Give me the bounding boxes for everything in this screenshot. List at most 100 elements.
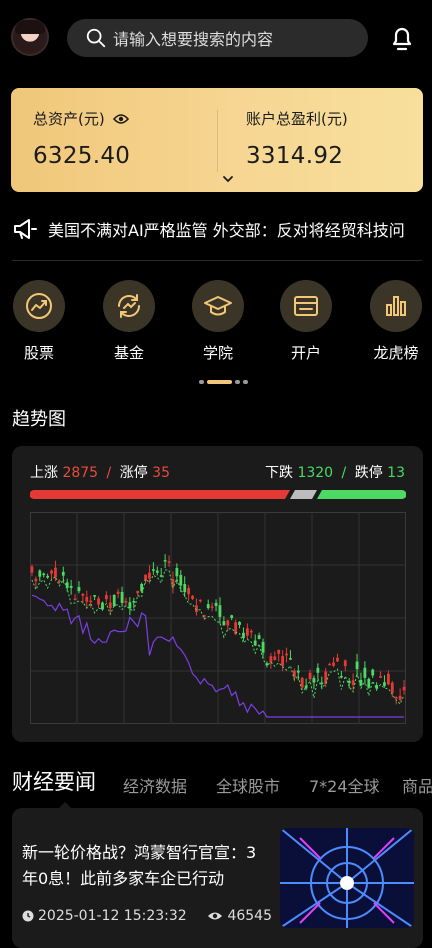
candle-body [289,658,292,660]
candle-body [394,697,398,699]
tab-global-stocks[interactable]: 全球股市 [216,773,280,797]
quick-menu: 股票 基金 学院 开户 龙虎榜 [0,280,432,370]
divider [12,260,422,261]
candle-body [277,649,281,654]
candle-body [77,587,81,592]
trend-card[interactable]: 上涨 2875 / 涨停 35 下跌 1320 / 跌停 13 [12,446,423,742]
clock-icon [22,910,34,922]
candle-body [120,592,124,603]
candle-body [104,595,108,600]
menu-item-stocks[interactable]: 股票 [4,280,74,363]
news-card[interactable]: 新一轮价格战？鸿蒙智行官宣：3年0息！此前多家车企已行动 2025-01-12 … [12,808,423,948]
candle-body [308,672,312,680]
megaphone-icon [14,219,37,239]
pager-dots [199,380,248,384]
account-card-icon [294,296,318,316]
news-datetime: 2025-01-12 15:23:32 [38,908,187,924]
candle-body [398,695,402,700]
candle-body [281,656,285,666]
candle-body [198,599,202,602]
candle-body [363,667,367,678]
menu-item-funds[interactable]: 基金 [94,280,164,363]
candle-body [379,676,382,678]
candle-body [50,570,53,574]
candle-body [30,566,34,573]
candle-body [89,600,93,603]
user-avatar[interactable] [11,18,49,56]
candle-body [155,570,159,573]
candle-body [222,621,226,626]
candle-body [151,569,155,571]
candle-body [179,575,183,586]
candle-body [332,662,335,666]
rise-label: 上涨 [30,465,58,481]
total-profit-label: 账户总盈利(元) [246,110,348,128]
candle-body [206,604,210,609]
candle-body [38,570,42,577]
candle-body [112,594,116,607]
limit-down-count: 13 [387,465,405,481]
candle-body [159,575,163,577]
menu-item-academy[interactable]: 学院 [183,280,253,363]
rise-stats: 上涨 2875 / 涨停 35 [30,465,170,481]
search-bar[interactable]: 请输入想要搜索的内容 [67,19,368,57]
candle-body [312,678,316,683]
candle-body [128,602,132,609]
menu-label: 开户 [290,344,321,362]
candle-body [351,680,355,685]
ticker-text: 美国不满对AI严格监管 外交部：反对将经贸科技问 [48,221,405,240]
candle-body [253,640,257,646]
bell-icon[interactable] [388,24,416,52]
candle-body [140,583,144,592]
tab-commodities[interactable]: 商品 [402,773,432,797]
eye-icon[interactable] [112,113,129,125]
trend-title: 趋势图 [12,409,66,430]
rise-fall-ratio-bar [30,490,406,499]
candle-body [42,573,46,576]
candle-body [230,615,234,619]
candle-body [390,682,394,694]
news-ticker[interactable]: 美国不满对AI严格监管 外交部：反对将经贸科技问 [12,212,422,246]
candle-body [339,676,343,678]
candle-body [93,595,97,597]
asset-card[interactable]: 总资产(元) 6325.40 账户总盈利(元) 3314.92 [11,88,423,192]
menu-item-open-account[interactable]: 开户 [271,280,341,363]
menu-item-leaderboard[interactable]: 龙虎榜 [361,280,431,363]
search-placeholder: 请输入想要搜索的内容 [113,30,274,49]
candle-body [371,669,375,676]
candle-body [167,561,171,563]
tab-finance-news[interactable]: 财经要闻 [12,766,96,796]
trend-chart [30,512,406,724]
menu-label: 基金 [113,344,144,362]
candle-body [300,677,304,688]
candle-body [34,578,38,582]
candle-body [269,656,273,663]
candle-body [292,670,296,678]
candle-body [296,670,300,673]
candle-body [85,596,89,602]
candle-body [136,590,140,594]
candle-body [148,572,151,579]
trend-up-icon [26,293,52,319]
candle-body [261,641,265,653]
search-icon [86,28,106,48]
candle-body [46,575,50,578]
candle-body [163,560,167,562]
bar-chart-icon [386,296,406,316]
rise-count: 2875 [62,465,99,481]
menu-label: 学院 [202,344,233,362]
tab-global-24-7[interactable]: 7*24全球 [309,773,380,797]
candle-body [132,601,136,603]
divider [217,110,218,172]
total-assets-value: 6325.40 [33,143,131,169]
candle-body [97,598,100,605]
chevron-down-icon[interactable] [222,174,234,184]
news-thumbnail [280,828,414,928]
tab-economic-data[interactable]: 经济数据 [123,773,187,797]
candle-body [249,630,253,633]
candle-body [242,632,245,639]
candle-body [116,591,120,594]
menu-label: 股票 [23,344,54,362]
top-bar: 请输入想要搜索的内容 [0,0,432,80]
candle-body [73,598,77,601]
